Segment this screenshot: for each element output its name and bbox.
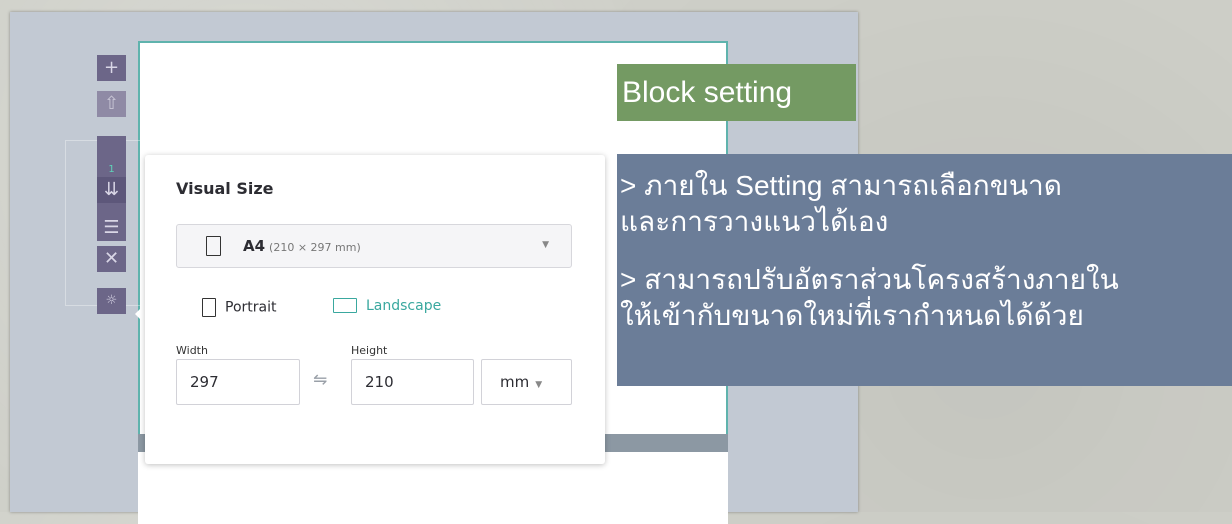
note-line-4: ให้เข้ากับขนาดใหม่ที่เรากำหนดได้ด้วย — [620, 300, 1084, 331]
chevron-down-icon: ▼ — [542, 240, 549, 250]
swap-dimensions-icon[interactable]: ⇋ — [313, 370, 327, 390]
landscape-icon — [333, 297, 357, 313]
insert-icon[interactable]: ⇊ — [97, 177, 126, 203]
upload-icon[interactable]: ⇧ — [97, 91, 126, 117]
page-number: 1 — [108, 164, 115, 175]
layout-icon[interactable]: ☰ — [97, 215, 126, 241]
note-line-3: > สามารถปรับอัตราส่วนโครงสร้างภายใน — [620, 264, 1119, 295]
width-input[interactable]: 297 — [176, 359, 300, 405]
settings-gear-icon[interactable]: ☼ — [97, 288, 126, 314]
portrait-option[interactable]: Portrait — [202, 298, 276, 317]
page-icon — [206, 236, 221, 256]
note-line-1: > ภายใน Setting สามารถเลือกขนาด — [620, 170, 1062, 201]
page-size-value: A4 (210 × 297 mm) — [243, 237, 361, 255]
delete-icon[interactable]: ✕ — [97, 246, 126, 272]
portrait-label: Portrait — [225, 299, 277, 316]
unit-select[interactable]: mm ▼ — [481, 359, 572, 405]
page-size-dims: (210 × 297 mm) — [269, 241, 361, 254]
page-size-select[interactable]: A4 (210 × 297 mm) ▼ — [176, 224, 572, 268]
popover-arrow — [135, 304, 145, 324]
height-input[interactable]: 210 — [351, 359, 474, 405]
chevron-down-icon: ▼ — [535, 380, 543, 390]
landscape-label: Landscape — [366, 298, 442, 314]
panel-title: Visual Size — [176, 179, 274, 198]
note-line-2: และการวางแนวได้เอง — [620, 206, 889, 237]
annotation-heading: Block setting — [617, 64, 856, 121]
visual-size-popover: Visual Size A4 (210 × 297 mm) ▼ Portrait … — [145, 155, 605, 464]
page-size-name: A4 — [243, 237, 266, 255]
add-icon[interactable]: + — [97, 55, 126, 81]
annotation-note: > ภายใน Setting สามารถเลือกขนาด และการวา… — [617, 154, 1232, 386]
height-label: Height — [351, 344, 388, 357]
width-label: Width — [176, 344, 208, 357]
portrait-icon — [202, 298, 216, 317]
landscape-option[interactable]: Landscape — [333, 297, 442, 314]
unit-value: mm — [500, 373, 530, 391]
